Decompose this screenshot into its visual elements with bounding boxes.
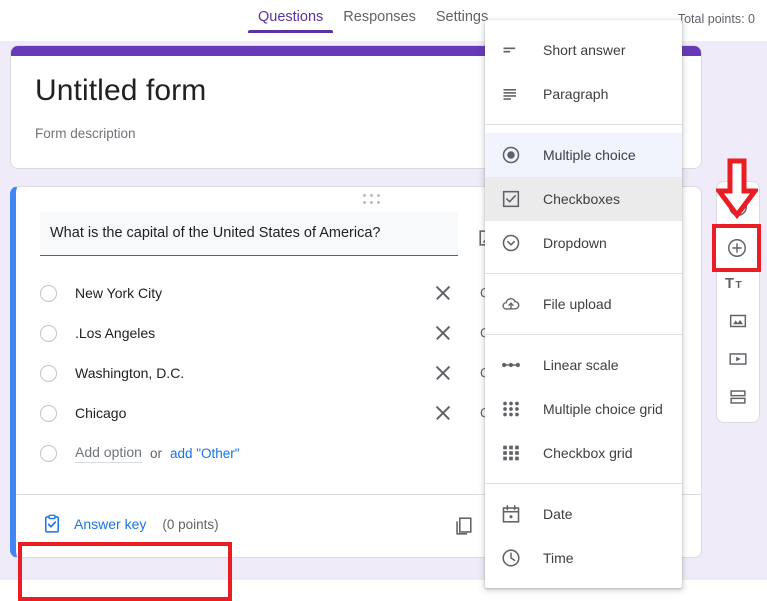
menu-item-label: Multiple choice grid xyxy=(543,401,663,417)
menu-item-label: Time xyxy=(543,550,574,566)
paragraph-icon xyxy=(499,82,523,106)
drag-handle-icon[interactable] xyxy=(357,192,387,206)
menu-item-dropdown[interactable]: Dropdown xyxy=(485,221,682,265)
checkbox-grid-icon xyxy=(499,441,523,465)
menu-item-label: Dropdown xyxy=(543,235,607,251)
tab-settings-label: Settings xyxy=(435,9,489,25)
answer-key-button[interactable]: Answer key (0 points) xyxy=(42,514,219,534)
or-label: or xyxy=(149,445,162,461)
short-answer-icon xyxy=(499,38,523,62)
menu-item-file-upload[interactable]: File upload xyxy=(485,282,682,326)
answer-key-label: Answer key xyxy=(74,516,147,532)
option-label: Washington, D.C. xyxy=(75,365,185,381)
menu-item-multiple-choice-grid[interactable]: Multiple choice grid xyxy=(485,387,682,431)
menu-separator xyxy=(485,483,682,484)
tab-responses-label: Responses xyxy=(343,9,416,25)
date-icon xyxy=(499,502,523,526)
down-arrow-annotation xyxy=(714,158,760,220)
option-row[interactable]: New York City Co xyxy=(40,273,510,313)
option-list: New York City Co .Los Angeles Co Washing… xyxy=(40,273,510,473)
tab-questions-label: Questions xyxy=(258,9,324,25)
menu-item-label: Multiple choice xyxy=(543,147,636,163)
menu-item-checkbox-grid[interactable]: Checkbox grid xyxy=(485,431,682,475)
time-icon xyxy=(499,546,523,570)
radio-icon xyxy=(40,444,57,462)
radio-icon[interactable] xyxy=(40,364,57,382)
dropdown-icon xyxy=(499,231,523,255)
file-upload-icon xyxy=(499,292,523,316)
menu-item-date[interactable]: Date xyxy=(485,492,682,536)
add-question-button-highlighted[interactable] xyxy=(712,224,761,272)
menu-item-short-answer[interactable]: Short answer xyxy=(485,28,682,72)
menu-separator xyxy=(485,334,682,335)
menu-item-paragraph[interactable]: Paragraph xyxy=(485,72,682,116)
remove-option-icon[interactable] xyxy=(433,363,453,383)
option-label: New York City xyxy=(75,285,163,301)
remove-option-icon[interactable] xyxy=(433,283,453,303)
menu-separator xyxy=(485,124,682,125)
menu-item-label: File upload xyxy=(543,296,612,312)
question-title-row: What is the capital of the United States… xyxy=(40,212,500,256)
add-option-row[interactable]: Add option or add "Other" xyxy=(40,433,510,473)
linear-scale-icon xyxy=(499,353,523,377)
remove-option-icon[interactable] xyxy=(433,323,453,343)
multiple-choice-icon xyxy=(499,143,523,167)
multiple-choice-grid-icon xyxy=(499,397,523,421)
tab-responses[interactable]: Responses xyxy=(333,0,426,32)
total-points-label: Total points: 0 xyxy=(677,12,755,26)
menu-separator xyxy=(485,273,682,274)
add-image-button[interactable] xyxy=(718,302,758,340)
option-label: .Los Angeles xyxy=(75,325,156,341)
menu-item-label: Paragraph xyxy=(543,86,609,102)
svg-text:T: T xyxy=(735,280,742,291)
add-section-button[interactable] xyxy=(718,378,758,416)
radio-icon[interactable] xyxy=(40,324,57,342)
option-row[interactable]: Chicago Co xyxy=(40,393,510,433)
menu-item-checkboxes[interactable]: Checkboxes xyxy=(485,177,682,221)
question-title-input[interactable]: What is the capital of the United States… xyxy=(40,212,458,256)
option-row[interactable]: Washington, D.C. Co xyxy=(40,353,510,393)
menu-item-label: Checkboxes xyxy=(543,191,621,207)
menu-item-time[interactable]: Time xyxy=(485,536,682,580)
menu-item-label: Linear scale xyxy=(543,357,619,373)
answer-key-points: (0 points) xyxy=(162,516,219,532)
add-other-link[interactable]: add "Other" xyxy=(170,446,240,461)
svg-text:T: T xyxy=(725,276,734,292)
answer-key-icon xyxy=(45,514,59,533)
tab-list: Questions Responses Settings xyxy=(248,0,498,41)
radio-icon[interactable] xyxy=(40,284,57,302)
checkboxes-icon xyxy=(499,187,523,211)
add-option-input[interactable]: Add option xyxy=(75,444,142,463)
add-video-button[interactable] xyxy=(718,340,758,378)
menu-item-multiple-choice[interactable]: Multiple choice xyxy=(485,133,682,177)
option-label: Chicago xyxy=(75,405,127,421)
remove-option-icon[interactable] xyxy=(433,403,453,423)
menu-item-linear-scale[interactable]: Linear scale xyxy=(485,343,682,387)
menu-item-label: Short answer xyxy=(543,42,626,58)
question-type-menu[interactable]: Short answer Paragraph Multiple choice C… xyxy=(485,20,682,588)
tab-questions[interactable]: Questions xyxy=(248,0,334,33)
menu-item-label: Checkbox grid xyxy=(543,445,633,461)
duplicate-question-icon[interactable] xyxy=(452,515,474,537)
option-row[interactable]: .Los Angeles Co xyxy=(40,313,510,353)
radio-icon[interactable] xyxy=(40,404,57,422)
menu-item-label: Date xyxy=(543,506,573,522)
